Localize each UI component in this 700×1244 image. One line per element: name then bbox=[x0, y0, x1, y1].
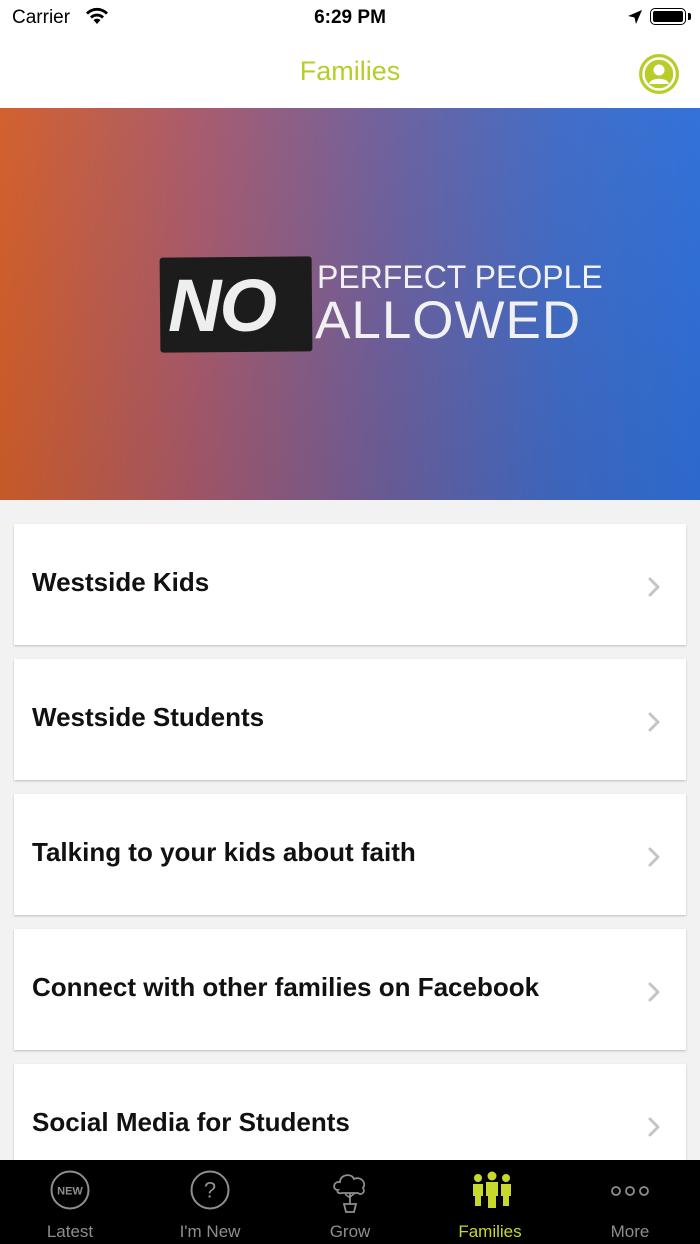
question-icon: ? bbox=[190, 1170, 230, 1210]
clock: 6:29 PM bbox=[314, 7, 386, 28]
tab-latest[interactable]: NEW Latest bbox=[0, 1160, 140, 1244]
status-bar: Carrier 6:29 PM bbox=[0, 0, 700, 36]
user-avatar-icon bbox=[642, 57, 676, 91]
tab-families[interactable]: Families bbox=[420, 1160, 560, 1244]
question-mark: ? bbox=[204, 1178, 216, 1203]
tab-label: Families bbox=[458, 1222, 522, 1241]
navigation-bar: Families bbox=[0, 36, 700, 108]
tab-label: I'm New bbox=[179, 1222, 241, 1241]
list-item-label: Social Media for Students bbox=[32, 1107, 350, 1137]
tab-label: Grow bbox=[329, 1222, 371, 1241]
tab-more[interactable]: More bbox=[560, 1160, 700, 1244]
chevron-right-icon bbox=[646, 711, 662, 738]
tree-icon bbox=[330, 1170, 370, 1213]
family-icon bbox=[470, 1170, 511, 1210]
tab-label: More bbox=[610, 1222, 650, 1241]
page-title: Families bbox=[299, 56, 401, 86]
hero-logo-layer bbox=[0, 108, 700, 500]
list-item-label: Westside Kids bbox=[32, 567, 210, 597]
chevron-right-icon bbox=[646, 981, 662, 1008]
chevron-right-icon bbox=[646, 576, 662, 603]
new-badge-icon: NEW bbox=[50, 1170, 90, 1210]
tab-label: Latest bbox=[46, 1222, 94, 1241]
profile-button[interactable] bbox=[639, 54, 679, 94]
list-item-label: Talking to your kids about faith bbox=[32, 837, 416, 867]
list-item-label: Westside Students bbox=[32, 702, 265, 732]
tab-grow[interactable]: Grow bbox=[280, 1160, 420, 1244]
chevron-right-icon bbox=[646, 846, 662, 873]
battery-tip bbox=[688, 13, 691, 20]
list-item[interactable]: Talking to your kids about faith bbox=[14, 794, 686, 915]
tab-bar: NEW Latest ? I'm New Grow Families More bbox=[0, 1160, 700, 1244]
list-item[interactable]: Connect with other families on Facebook bbox=[14, 929, 686, 1050]
chevron-right-icon bbox=[646, 1116, 662, 1143]
list-item[interactable]: Westside Kids bbox=[14, 524, 686, 645]
new-badge-text: NEW bbox=[57, 1186, 83, 1198]
list-item-label: Connect with other families on Facebook bbox=[32, 972, 540, 1002]
tab-im-new[interactable]: ? I'm New bbox=[140, 1160, 280, 1244]
battery-icon bbox=[650, 8, 686, 25]
list-item[interactable]: Westside Students bbox=[14, 659, 686, 780]
location-arrow-icon bbox=[626, 8, 644, 32]
more-icon bbox=[610, 1170, 650, 1210]
